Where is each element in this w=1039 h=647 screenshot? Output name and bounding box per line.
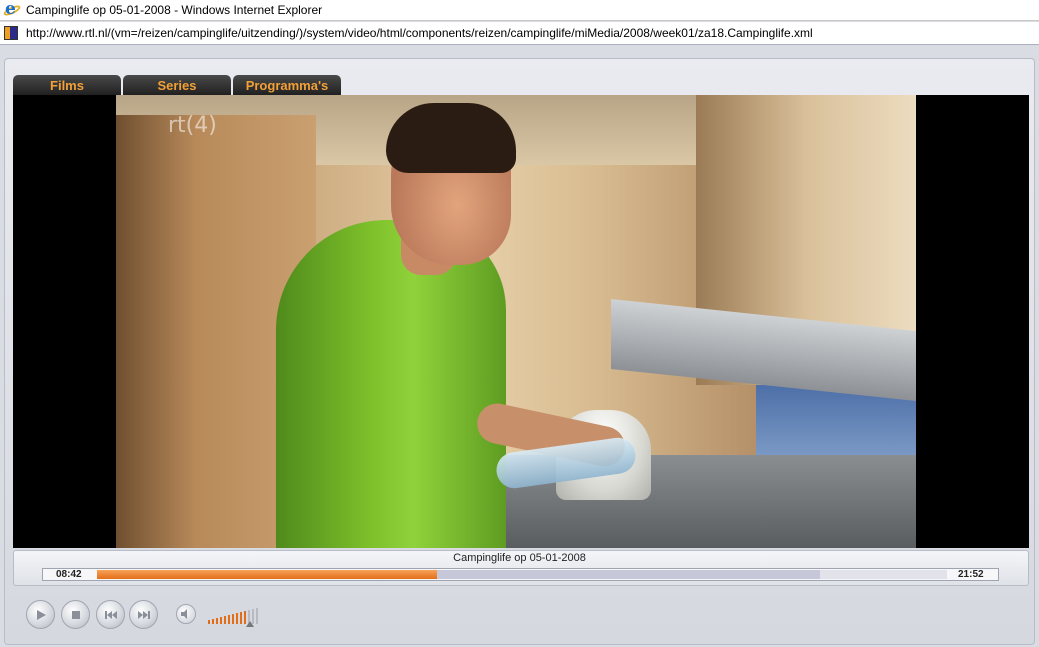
window-title: Campinglife op 05-01-2008 - Windows Inte… — [26, 3, 323, 17]
speaker-icon — [181, 609, 187, 619]
video-frame-image: rt(4) — [116, 95, 916, 548]
volume-bar — [240, 612, 242, 624]
play-icon — [36, 609, 46, 620]
volume-bar — [208, 620, 210, 624]
category-tabs: Films Series Programma's — [13, 75, 343, 96]
next-button[interactable] — [129, 600, 158, 629]
internet-explorer-icon: e — [2, 0, 22, 19]
seek-track[interactable] — [97, 570, 947, 579]
stop-icon — [71, 610, 80, 619]
progress-fill — [97, 570, 437, 579]
address-url[interactable]: http://www.rtl.nl/(vm=/reizen/campinglif… — [26, 26, 813, 40]
tab-series[interactable]: Series — [123, 75, 231, 96]
total-duration: 21:52 — [958, 569, 984, 580]
volume-handle[interactable] — [246, 621, 254, 627]
stop-button[interactable] — [61, 600, 90, 629]
tab-films[interactable]: Films — [13, 75, 121, 96]
mute-button[interactable] — [176, 604, 196, 624]
volume-bar — [256, 608, 258, 624]
play-button[interactable] — [26, 600, 55, 629]
channel-watermark: rt(4) — [168, 113, 217, 138]
previous-button[interactable] — [96, 600, 125, 629]
tab-programmas[interactable]: Programma's — [233, 75, 341, 96]
page-favicon-icon — [4, 26, 18, 40]
video-display[interactable]: rt(4) — [13, 95, 1029, 548]
volume-bar — [212, 619, 214, 624]
address-bar[interactable]: http://www.rtl.nl/(vm=/reizen/campinglif… — [0, 22, 1039, 45]
clip-title: Campinglife op 05-01-2008 — [453, 552, 586, 564]
volume-bar — [232, 614, 234, 624]
volume-bar — [236, 613, 238, 624]
volume-bar — [220, 617, 222, 624]
window-titlebar: e Campinglife op 05-01-2008 - Windows In… — [0, 0, 1039, 21]
volume-bar — [228, 615, 230, 624]
volume-bar — [224, 616, 226, 624]
volume-bar — [216, 618, 218, 624]
previous-icon — [104, 610, 117, 619]
next-icon — [137, 610, 150, 619]
elapsed-time: 08:42 — [56, 569, 82, 580]
